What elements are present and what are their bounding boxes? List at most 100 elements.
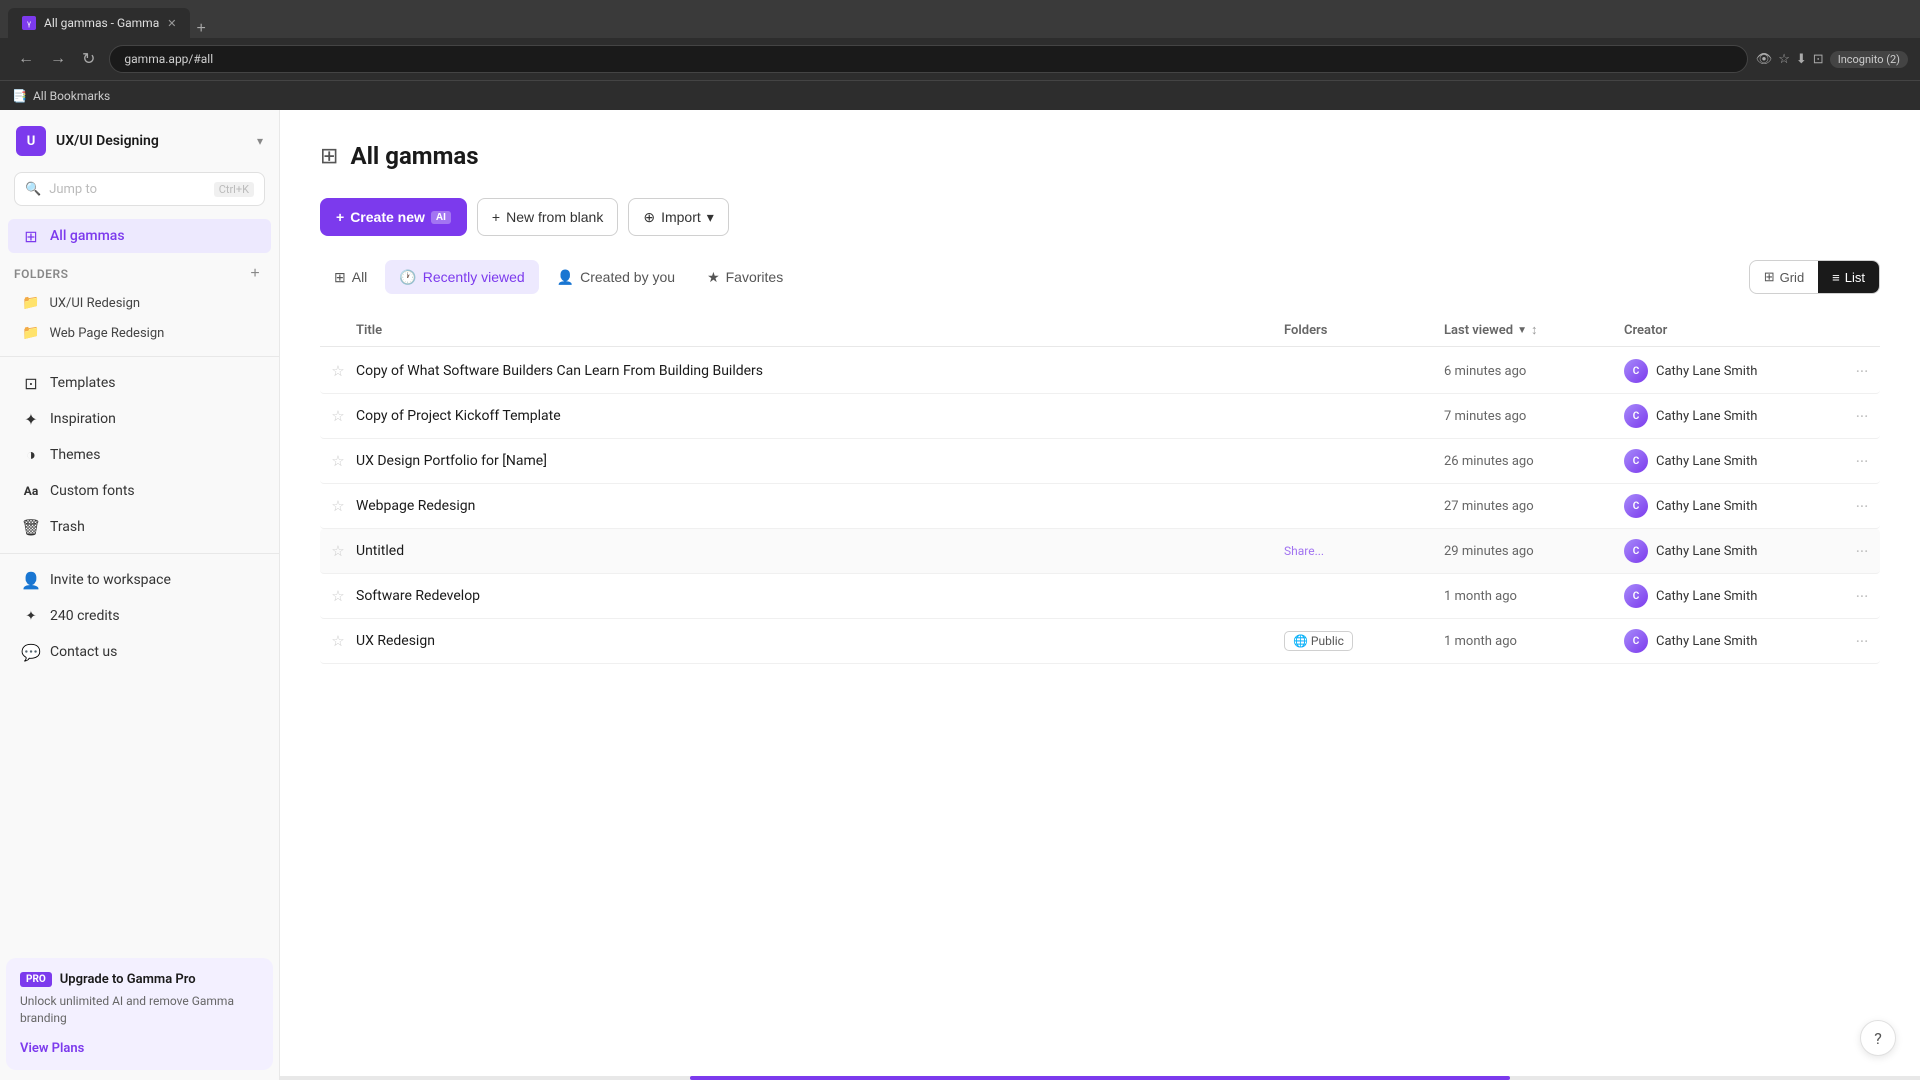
address-bar[interactable]: gamma.app/#all [109, 45, 1747, 73]
col-header-last-viewed[interactable]: Last viewed ▼ ↕ [1444, 322, 1624, 338]
table-header: Title Folders Last viewed ▼ ↕ Creator [320, 314, 1880, 347]
all-filter-icon: ⊞ [334, 269, 346, 286]
view-plans-link[interactable]: View Plans [20, 1041, 84, 1056]
table-row[interactable]: ☆ Software Redevelop 1 month ago C Cathy… [320, 574, 1880, 619]
col-header-folders: Folders [1284, 323, 1444, 338]
share-link[interactable]: Share... [1284, 544, 1324, 558]
sidebar-item-custom-fonts[interactable]: Aa Custom fonts [8, 474, 271, 508]
row-title: UX Design Portfolio for [Name] [356, 453, 1284, 469]
folders-section-header: Folders + [0, 254, 279, 288]
workspace-name: UX/UI Designing [56, 133, 247, 149]
col-header-creator: Creator [1624, 323, 1844, 338]
search-box[interactable]: 🔍 Jump to Ctrl+K [14, 172, 265, 206]
filter-tab-recently-viewed[interactable]: 🕐 Recently viewed [385, 260, 538, 294]
page-header: ⊞ All gammas [320, 142, 1880, 170]
sidebar-item-credits[interactable]: ✦ 240 credits [8, 599, 271, 633]
sidebar-item-templates[interactable]: ⊡ Templates [8, 366, 271, 400]
import-button[interactable]: ⊕ Import ▾ [628, 198, 728, 236]
grid-view-button[interactable]: ⊞ Grid [1750, 261, 1818, 293]
row-last-viewed: 6 minutes ago [1444, 364, 1624, 379]
sidebar-item-themes[interactable]: ◑ Themes [8, 438, 271, 472]
tab-favicon: γ [22, 16, 36, 30]
list-view-label: List [1845, 270, 1865, 285]
row-folder: Share... [1284, 544, 1444, 558]
back-button[interactable]: ← [12, 45, 40, 73]
more-options-button[interactable]: ··· [1844, 632, 1880, 651]
folders-label: Folders [14, 267, 68, 281]
new-from-blank-button[interactable]: + New from blank [477, 198, 618, 236]
table-row[interactable]: ☆ Copy of Project Kickoff Template 7 min… [320, 394, 1880, 439]
more-options-button[interactable]: ··· [1844, 587, 1880, 606]
active-tab[interactable]: γ All gammas - Gamma ✕ [8, 8, 190, 38]
workspace-header[interactable]: U UX/UI Designing ▾ [0, 110, 279, 172]
col-header-title: Title [356, 323, 1284, 338]
forward-button[interactable]: → [44, 45, 72, 73]
row-creator: C Cathy Lane Smith [1624, 584, 1844, 608]
creator-name: Cathy Lane Smith [1656, 499, 1757, 514]
list-view-button[interactable]: ≡ List [1818, 261, 1879, 293]
table-row[interactable]: ☆ Webpage Redesign 27 minutes ago C Cath… [320, 484, 1880, 529]
row-creator: C Cathy Lane Smith [1624, 449, 1844, 473]
page-title-icon: ⊞ [320, 144, 338, 169]
star-button[interactable]: ☆ [320, 587, 356, 605]
sort-toggle-icon[interactable]: ↕ [1531, 322, 1538, 338]
app-layout: U UX/UI Designing ▾ 🔍 Jump to Ctrl+K ⊞ A… [0, 110, 1920, 1080]
tab-close-button[interactable]: ✕ [167, 17, 176, 30]
nav-controls: ← → ↻ [12, 45, 101, 73]
star-button[interactable]: ☆ [320, 632, 356, 650]
row-creator: C Cathy Lane Smith [1624, 359, 1844, 383]
more-options-button[interactable]: ··· [1844, 497, 1880, 516]
creator-name: Cathy Lane Smith [1656, 634, 1757, 649]
add-folder-button[interactable]: + [245, 264, 265, 284]
folder-icon: 📁 [22, 325, 39, 341]
tab-bar: γ All gammas - Gamma ✕ + [0, 0, 1920, 38]
table-row[interactable]: ☆ Untitled Share... 29 minutes ago C Cat… [320, 529, 1880, 574]
row-last-viewed: 26 minutes ago [1444, 454, 1624, 469]
more-options-button[interactable]: ··· [1844, 407, 1880, 426]
refresh-button[interactable]: ↻ [76, 45, 101, 73]
sidebar-item-all-gammas[interactable]: ⊞ All gammas [8, 219, 271, 253]
new-tab-button[interactable]: + [192, 20, 209, 38]
creator-name: Cathy Lane Smith [1656, 364, 1757, 379]
pro-badge: PRO [20, 972, 52, 987]
star-button[interactable]: ☆ [320, 407, 356, 425]
new-from-blank-label: New from blank [506, 209, 603, 225]
filter-tab-favorites[interactable]: ★ Favorites [693, 260, 797, 294]
help-button[interactable]: ? [1860, 1020, 1896, 1056]
sidebar-item-contact[interactable]: 💬 Contact us [8, 635, 271, 669]
eye-icon: 👁 [1756, 52, 1773, 67]
table-row[interactable]: ☆ UX Design Portfolio for [Name] 26 minu… [320, 439, 1880, 484]
table-row[interactable]: ☆ UX Redesign 🌐 Public 1 month ago C Cat… [320, 619, 1880, 664]
grid-view-label: Grid [1780, 270, 1805, 285]
sidebar-folder-ux-ui-redesign[interactable]: 📁 UX/UI Redesign [8, 289, 271, 317]
filter-tab-all[interactable]: ⊞ All [320, 260, 381, 294]
upgrade-title: Upgrade to Gamma Pro [60, 972, 196, 987]
filter-tab-created-by-you[interactable]: 👤 Created by you [543, 260, 689, 294]
sidebar-folder-web-page-redesign[interactable]: 📁 Web Page Redesign [8, 319, 271, 347]
sidebar-item-inspiration[interactable]: ✦ Inspiration [8, 402, 271, 436]
sidebar-divider-2 [0, 553, 279, 554]
contact-icon: 💬 [22, 643, 40, 661]
create-new-button[interactable]: + Create new AI [320, 198, 467, 236]
table-row[interactable]: ☆ Copy of What Software Builders Can Lea… [320, 349, 1880, 394]
star-button[interactable]: ☆ [320, 362, 356, 380]
recently-viewed-label: Recently viewed [423, 269, 525, 285]
star-button[interactable]: ☆ [320, 452, 356, 470]
creator-avatar: C [1624, 584, 1648, 608]
templates-label: Templates [50, 375, 116, 391]
grid-view-icon: ⊞ [1764, 269, 1775, 285]
more-options-button[interactable]: ··· [1844, 362, 1880, 381]
themes-label: Themes [50, 447, 100, 463]
workspace-chevron-icon: ▾ [257, 134, 263, 148]
more-options-button[interactable]: ··· [1844, 542, 1880, 561]
sort-asc-icon: ▼ [1517, 325, 1527, 336]
star-button[interactable]: ☆ [320, 497, 356, 515]
more-options-button[interactable]: ··· [1844, 452, 1880, 471]
row-title: Copy of Project Kickoff Template [356, 408, 1284, 424]
sidebar-item-trash[interactable]: 🗑 Trash [8, 510, 271, 544]
star-button[interactable]: ☆ [320, 542, 356, 560]
sidebar-item-invite[interactable]: 👤 Invite to workspace [8, 563, 271, 597]
view-toggle: ⊞ Grid ≡ List [1749, 260, 1880, 294]
nav-bar: ← → ↻ gamma.app/#all 👁 ☆ ⬇ ⊡ Incognito (… [0, 38, 1920, 80]
public-badge: 🌐 Public [1284, 631, 1353, 651]
